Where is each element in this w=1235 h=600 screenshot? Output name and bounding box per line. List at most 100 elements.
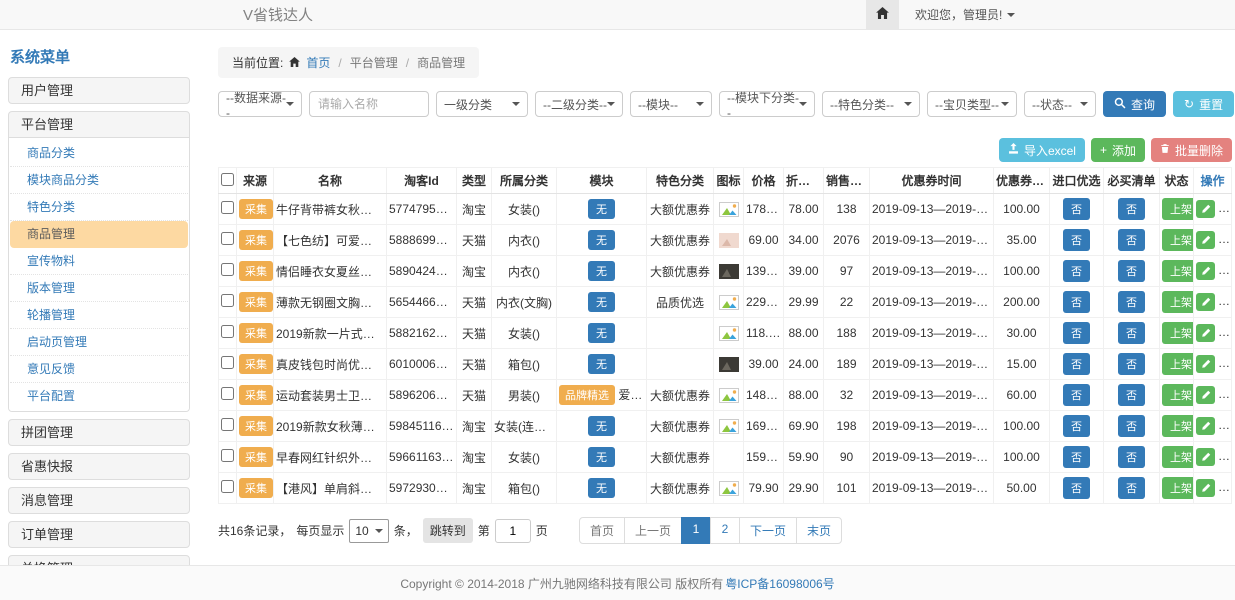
import-select-toggle[interactable]: 否 xyxy=(1063,198,1090,220)
must-buy-toggle[interactable]: 否 xyxy=(1118,322,1145,344)
reset-button[interactable]: ↻ 重置 xyxy=(1173,91,1234,117)
breadcrumb-home-link[interactable]: 首页 xyxy=(306,54,330,71)
icp-link[interactable]: 粤ICP备16098006号 xyxy=(725,575,834,592)
import-select-toggle[interactable]: 否 xyxy=(1063,322,1090,344)
import-select-cell: 否 xyxy=(1050,318,1104,349)
sidebar-group-header[interactable]: 订单管理 xyxy=(9,522,189,547)
status-toggle[interactable]: 上架 xyxy=(1162,260,1194,282)
status-toggle[interactable]: 上架 xyxy=(1162,477,1194,499)
must-buy-toggle[interactable]: 否 xyxy=(1118,384,1145,406)
row-checkbox[interactable] xyxy=(221,232,234,245)
row-checkbox[interactable] xyxy=(221,480,234,493)
sidebar-group-header[interactable]: 平台管理 xyxy=(9,112,189,137)
import-select-toggle[interactable]: 否 xyxy=(1063,229,1090,251)
must-buy-toggle[interactable]: 否 xyxy=(1118,260,1145,282)
status-toggle[interactable]: 上架 xyxy=(1162,446,1194,468)
import-select-toggle[interactable]: 否 xyxy=(1063,353,1090,375)
filter-select[interactable]: --宝贝类型-- xyxy=(927,91,1017,117)
edit-button[interactable] xyxy=(1196,262,1215,280)
status-toggle[interactable]: 上架 xyxy=(1162,291,1194,313)
page-button[interactable]: 下一页 xyxy=(739,517,797,544)
row-checkbox[interactable] xyxy=(221,356,234,369)
must-buy-toggle[interactable]: 否 xyxy=(1118,415,1145,437)
price-cell: 139.00 xyxy=(744,256,784,287)
row-checkbox[interactable] xyxy=(221,418,234,431)
import-select-toggle[interactable]: 否 xyxy=(1063,446,1090,468)
sidebar-subitem[interactable]: 轮播管理 xyxy=(10,302,188,329)
jump-to-button[interactable]: 跳转到 xyxy=(423,518,473,543)
batch-delete-button[interactable]: 批量删除 xyxy=(1151,138,1232,162)
taoke-id-cell: 597293020870 xyxy=(387,473,457,504)
sidebar-subitem[interactable]: 特色分类 xyxy=(10,194,188,221)
edit-button[interactable] xyxy=(1196,448,1215,466)
must-buy-toggle[interactable]: 否 xyxy=(1118,291,1145,313)
row-checkbox[interactable] xyxy=(221,449,234,462)
edit-button[interactable] xyxy=(1196,200,1215,218)
sidebar-group-header[interactable]: 用户管理 xyxy=(9,78,189,103)
search-button[interactable]: 查询 xyxy=(1103,91,1166,117)
per-page-select[interactable]: 10 xyxy=(349,519,388,543)
sidebar-subitem[interactable]: 模块商品分类 xyxy=(10,167,188,194)
import-select-toggle[interactable]: 否 xyxy=(1063,291,1090,313)
home-icon-button[interactable] xyxy=(866,0,899,29)
sidebar-subitem[interactable]: 宣传物料 xyxy=(10,248,188,275)
sidebar-subitem[interactable]: 启动页管理 xyxy=(10,329,188,356)
status-toggle[interactable]: 上架 xyxy=(1162,198,1194,220)
import-select-toggle[interactable]: 否 xyxy=(1063,415,1090,437)
row-checkbox[interactable] xyxy=(221,387,234,400)
filter-select[interactable]: 一级分类 xyxy=(436,91,528,117)
status-toggle[interactable]: 上架 xyxy=(1162,384,1194,406)
edit-button[interactable] xyxy=(1196,417,1215,435)
must-buy-toggle[interactable]: 否 xyxy=(1118,446,1145,468)
filter-select[interactable]: --模块下分类-- xyxy=(719,91,815,117)
row-checkbox[interactable] xyxy=(221,325,234,338)
user-menu[interactable]: 欢迎您，管理员! xyxy=(899,0,1031,29)
status-toggle[interactable]: 上架 xyxy=(1162,229,1194,251)
page-button[interactable]: 末页 xyxy=(796,517,842,544)
status-toggle[interactable]: 上架 xyxy=(1162,415,1194,437)
edit-button[interactable] xyxy=(1196,386,1215,404)
sidebar-subitem[interactable]: 版本管理 xyxy=(10,275,188,302)
edit-button[interactable] xyxy=(1196,324,1215,342)
add-button[interactable]: + 添加 xyxy=(1091,138,1145,162)
import-select-toggle[interactable]: 否 xyxy=(1063,477,1090,499)
sidebar-subitem[interactable]: 意见反馈 xyxy=(10,356,188,383)
name-search-input[interactable] xyxy=(309,91,429,117)
import-excel-button[interactable]: 导入excel xyxy=(999,138,1085,162)
filter-select[interactable]: --二级分类-- xyxy=(535,91,623,117)
sidebar-subitem[interactable]: 商品分类 xyxy=(10,140,188,167)
filter-select[interactable]: --状态-- xyxy=(1024,91,1096,117)
filter-select[interactable]: --模块-- xyxy=(630,91,712,117)
sidebar-subitem[interactable]: 商品管理 xyxy=(10,221,188,248)
row-checkbox[interactable] xyxy=(221,201,234,214)
filter-select[interactable]: --特色分类-- xyxy=(822,91,920,117)
import-excel-label: 导入excel xyxy=(1024,142,1076,159)
page-button[interactable]: 1 xyxy=(681,517,711,544)
row-checkbox[interactable] xyxy=(221,263,234,276)
select-all-checkbox[interactable] xyxy=(221,173,234,186)
must-buy-toggle[interactable]: 否 xyxy=(1118,477,1145,499)
sidebar-group-header[interactable]: 消息管理 xyxy=(9,488,189,513)
row-select-cell xyxy=(219,349,237,380)
status-toggle[interactable]: 上架 xyxy=(1162,353,1194,375)
status-toggle[interactable]: 上架 xyxy=(1162,322,1194,344)
import-select-toggle[interactable]: 否 xyxy=(1063,384,1090,406)
row-checkbox[interactable] xyxy=(221,294,234,307)
edit-button[interactable] xyxy=(1196,293,1215,311)
operations-cell xyxy=(1194,473,1232,504)
source-badge: 采集 xyxy=(239,323,273,343)
jump-page-input[interactable] xyxy=(495,519,531,543)
sidebar-group-header[interactable]: 省惠快报 xyxy=(9,454,189,479)
filter-select[interactable]: --数据来源-- xyxy=(218,91,302,117)
edit-button[interactable] xyxy=(1196,479,1215,497)
discount-price-cell: 29.90 xyxy=(784,473,824,504)
sidebar-group-header[interactable]: 拼团管理 xyxy=(9,420,189,445)
edit-button[interactable] xyxy=(1196,355,1215,373)
must-buy-toggle[interactable]: 否 xyxy=(1118,353,1145,375)
must-buy-toggle[interactable]: 否 xyxy=(1118,198,1145,220)
must-buy-toggle[interactable]: 否 xyxy=(1118,229,1145,251)
edit-button[interactable] xyxy=(1196,231,1215,249)
sidebar-subitem[interactable]: 平台配置 xyxy=(10,383,188,409)
import-select-toggle[interactable]: 否 xyxy=(1063,260,1090,282)
page-button[interactable]: 2 xyxy=(710,517,740,544)
